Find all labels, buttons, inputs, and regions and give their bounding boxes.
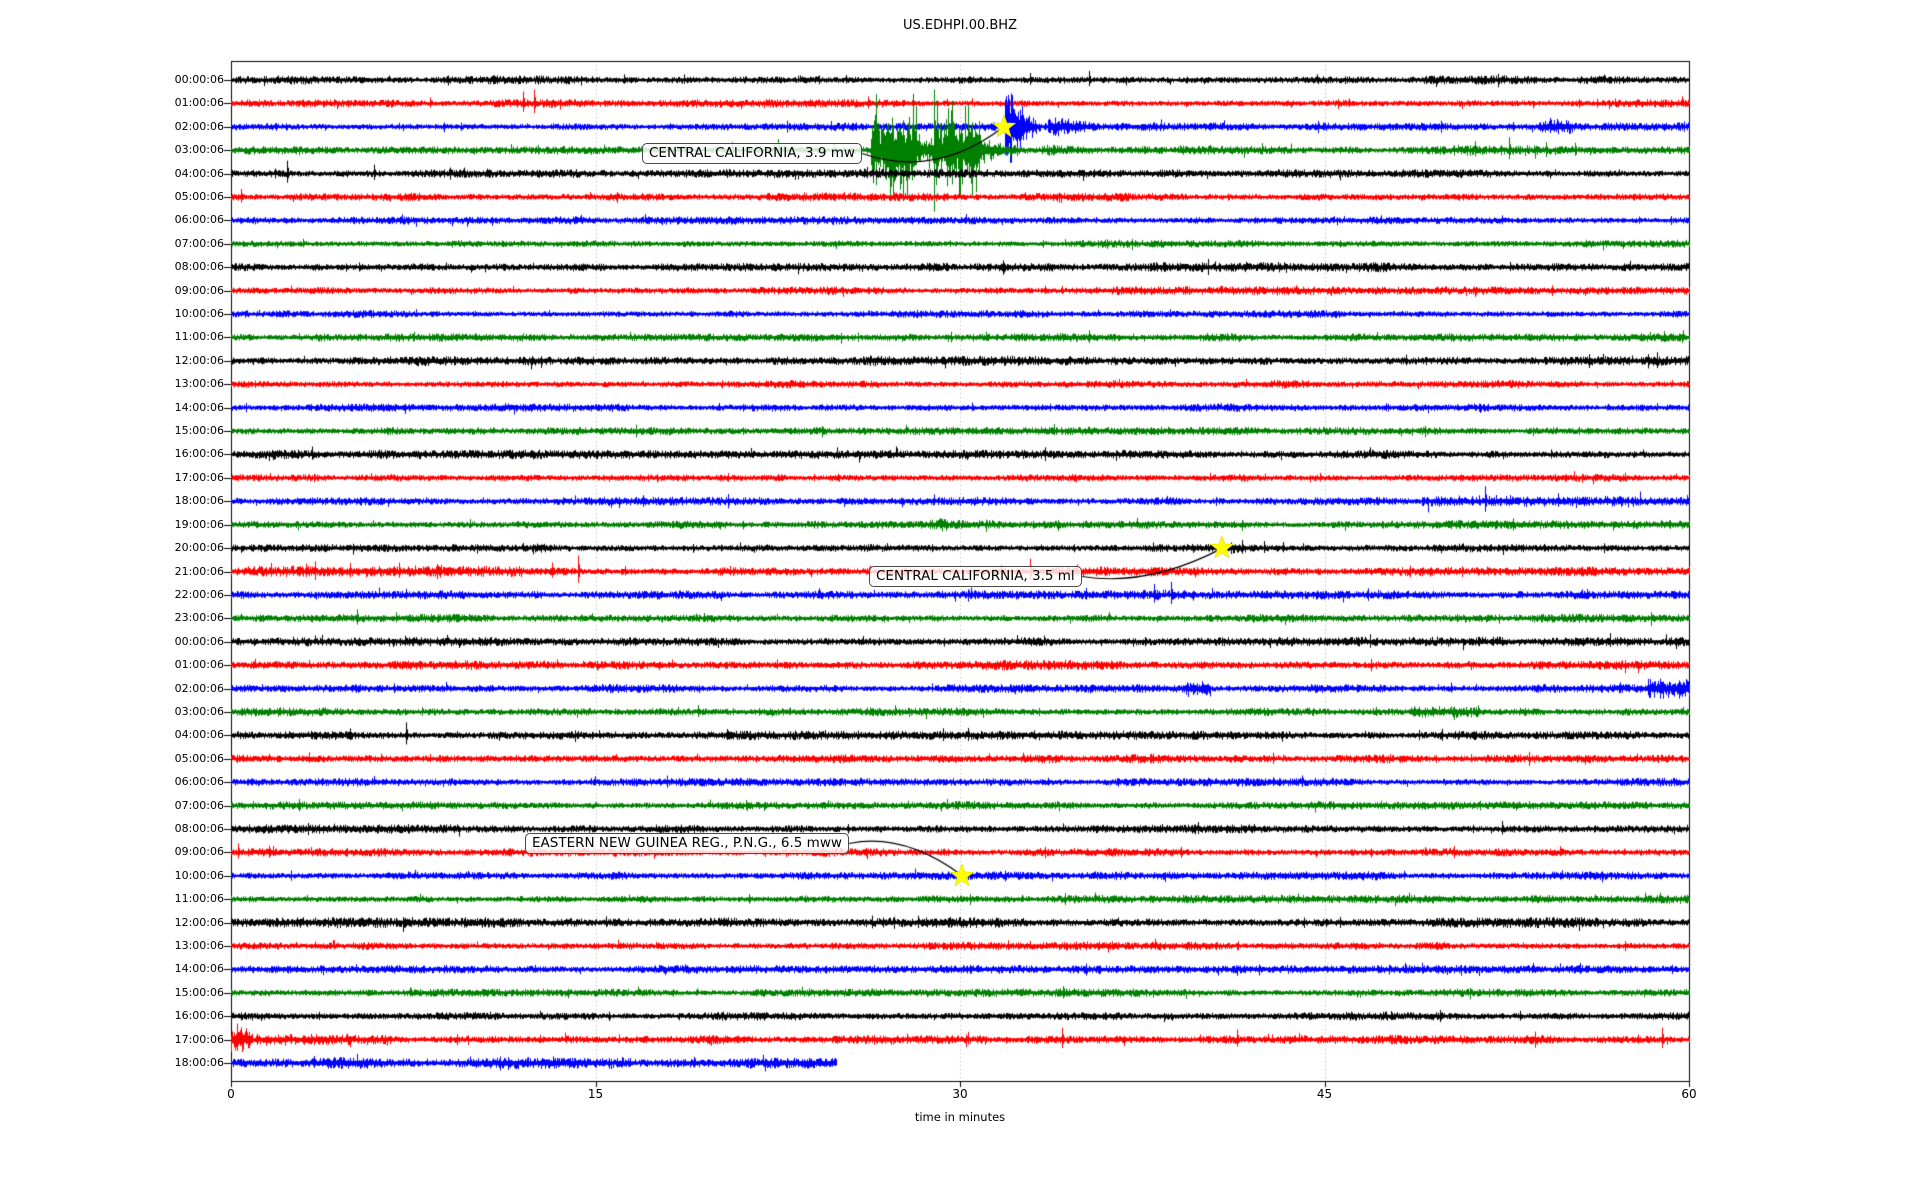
row-time-label: 07:00:06 [174,798,224,812]
event-annotation-central-california-39: CENTRAL CALIFORNIA, 3.9 mw [642,143,862,164]
x-tick-label: 15 [587,1087,604,1101]
row-time-label: 07:00:06 [174,236,224,250]
x-tick-label: 30 [952,1087,968,1101]
row-time-label: 18:00:06 [174,1055,224,1069]
row-time-label: 17:00:06 [174,1032,224,1046]
row-time-label: 18:00:06 [174,494,224,508]
x-tick-label: 0 [227,1087,235,1101]
row-time-label: 03:00:06 [174,704,224,718]
row-time-label: 10:00:06 [174,868,224,882]
row-time-label: 02:00:06 [174,119,224,133]
row-time-label: 04:00:06 [174,166,224,180]
row-time-label: 17:00:06 [174,470,224,484]
row-time-label: 04:00:06 [174,728,224,742]
row-time-label: 01:00:06 [174,658,224,672]
row-time-label: 12:00:06 [174,915,224,929]
row-time-label: 22:00:06 [174,587,224,601]
row-time-label: 10:00:06 [174,307,224,321]
row-time-label: 21:00:06 [174,564,224,578]
event-star-icon [991,113,1016,138]
row-time-label: 13:00:06 [174,938,224,952]
row-time-label: 05:00:06 [174,751,224,765]
row-time-label: 00:00:06 [174,72,224,86]
row-time-label: 06:00:06 [174,775,224,789]
row-time-label: 08:00:06 [174,821,224,835]
helicorder-canvas [0,0,1920,1200]
event-star-icon [950,862,975,887]
row-time-label: 09:00:06 [174,283,224,297]
row-time-label: 15:00:06 [174,985,224,999]
row-time-label: 02:00:06 [174,681,224,695]
row-time-label: 14:00:06 [174,400,224,414]
event-star-icon [1210,535,1235,559]
row-time-label: 08:00:06 [174,260,224,274]
page-title: US.EDHPI.00.BHZ [903,18,1017,33]
row-time-label: 16:00:06 [174,447,224,461]
x-axis-label: time in minutes [914,1110,1006,1124]
row-time-label: 16:00:06 [174,1009,224,1023]
x-tick-label: 45 [1316,1087,1333,1101]
row-time-label: 03:00:06 [174,143,224,157]
row-time-label: 06:00:06 [174,213,224,227]
event-annotation-eastern-new-guinea: EASTERN NEW GUINEA REG., P.N.G., 6.5 mww [525,833,849,854]
row-time-label: 09:00:06 [174,845,224,859]
row-time-label: 14:00:06 [174,962,224,976]
row-time-label: 13:00:06 [174,377,224,391]
event-annotation-central-california-35: CENTRAL CALIFORNIA, 3.5 ml [869,566,1082,587]
x-tick-label: 60 [1681,1087,1697,1101]
row-time-label: 05:00:06 [174,189,224,203]
row-time-label: 23:00:06 [174,611,224,625]
row-time-label: 00:00:06 [174,634,224,648]
row-time-label: 19:00:06 [174,517,224,531]
row-time-label: 11:00:06 [174,892,224,906]
row-time-label: 01:00:06 [174,96,224,110]
row-time-label: 12:00:06 [174,353,224,367]
row-time-label: 15:00:06 [174,424,224,438]
row-time-label: 20:00:06 [174,541,224,555]
row-time-label: 11:00:06 [174,330,224,344]
